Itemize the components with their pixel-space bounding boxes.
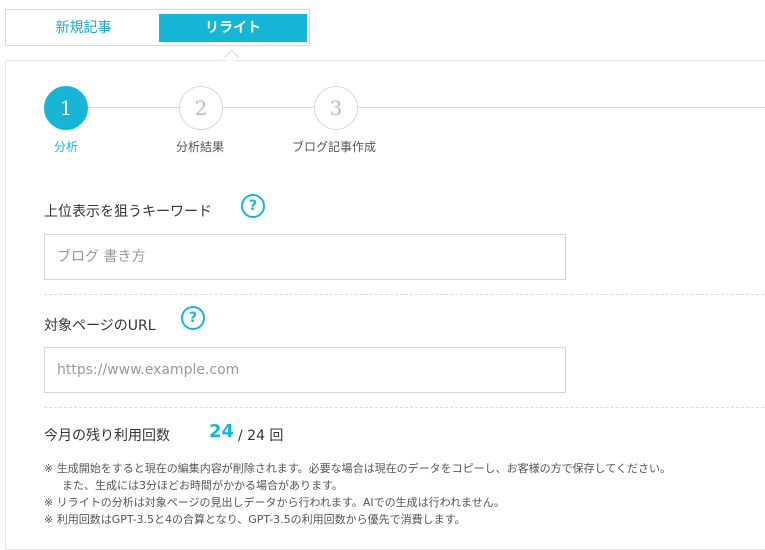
keyword-help-icon[interactable]: ? [241,194,265,218]
usage-label: 今月の残り利用回数 [44,428,170,444]
step-connector [358,107,765,108]
tab-rewrite[interactable]: リライト [159,14,307,42]
note-item: ※ リライトの分析は対象ページの見出しデータから行われます。AIでの生成は行われ… [44,496,505,509]
step-2-label: 分析結果 [176,140,225,154]
keyword-input[interactable] [44,234,566,280]
section-divider [44,294,764,295]
step-2-circle: 2 [179,86,223,130]
usage-total: / 24 回 [238,428,284,444]
step-connector [223,107,315,108]
keyword-label: 上位表示を狙うキーワード [44,204,212,220]
step-1-circle: 1 [44,86,88,130]
notes: ※ 生成開始をすると現在の編集内容が削除されます。必要な場合は現在のデータをコピ… [44,460,764,528]
step-3-circle: 3 [314,86,358,130]
section-divider [44,407,764,408]
step-1-label: 分析 [54,140,79,154]
note-item: ※ 生成開始をすると現在の編集内容が削除されます。必要な場合は現在のデータをコピ… [44,462,671,475]
step-3-label: ブログ記事作成 [292,140,377,154]
note-item: ※ 利用回数はGPT-3.5と4の合算となり、GPT-3.5の利用回数から優先で… [44,513,466,526]
mode-tabs: 新規記事 リライト [5,9,310,46]
usage-remaining-count: 24 [209,421,235,442]
step-connector [88,107,180,108]
tab-new-article[interactable]: 新規記事 [10,14,157,42]
url-label: 対象ページのURL [44,318,156,334]
url-help-icon[interactable]: ? [181,306,205,330]
url-input[interactable] [44,347,566,393]
note-item: また、生成には3分ほどお時間がかかる場合があります。 [62,479,343,492]
